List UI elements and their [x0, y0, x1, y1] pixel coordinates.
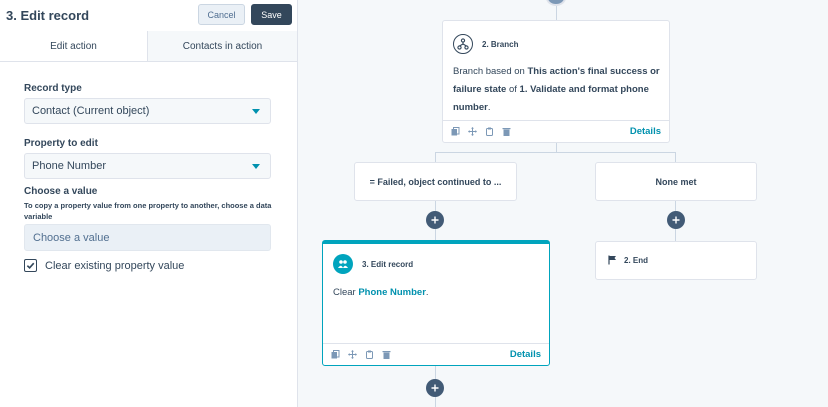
tab-contacts-in-action[interactable]: Contacts in action — [147, 31, 297, 61]
move-icon[interactable] — [348, 350, 357, 359]
edit-record-icon — [333, 254, 353, 274]
save-button[interactable]: Save — [251, 4, 292, 25]
record-type-value: Contact (Current object) — [32, 105, 150, 117]
panel-title: 3. Edit record — [6, 8, 90, 23]
branch-failed-label[interactable]: = Failed, object continued to ... — [354, 162, 517, 201]
plus-icon — [672, 216, 680, 224]
delete-icon[interactable] — [382, 350, 391, 359]
end-card-header: 2. End — [608, 255, 648, 265]
branch-action-card[interactable]: 2. Branch Branch based on This action's … — [442, 20, 670, 143]
panel-header: 3. Edit record Cancel Save — [0, 0, 297, 31]
choose-value-help-text: To copy a property value from one proper… — [24, 201, 272, 221]
edit-card-footer: Details — [323, 343, 549, 365]
edit-details-link[interactable]: Details — [510, 349, 541, 360]
branch-card-header: 2. Branch — [453, 34, 518, 54]
edit-card-header: 3. Edit record — [333, 254, 413, 274]
edit-action-panel: 3. Edit record Cancel Save Edit action C… — [0, 0, 298, 407]
edit-record-action-card[interactable]: 3. Edit record Clear Phone Number. Detai… — [322, 240, 550, 366]
add-action-button[interactable] — [426, 211, 444, 229]
branch-none-met-label[interactable]: None met — [595, 162, 757, 201]
caret-down-icon — [252, 109, 260, 114]
tab-edit-action[interactable]: Edit action — [0, 31, 147, 61]
branch-card-title: 2. Branch — [482, 39, 519, 49]
delete-icon[interactable] — [502, 127, 511, 136]
branch-split-line — [435, 152, 675, 153]
record-type-select[interactable]: Contact (Current object) — [24, 98, 271, 124]
record-type-label: Record type — [24, 83, 82, 94]
branch-desc-suffix: . — [487, 102, 491, 113]
branch-icon — [453, 34, 473, 54]
copy-icon[interactable] — [331, 350, 340, 359]
end-action-card[interactable]: 2. End — [595, 241, 757, 280]
clear-existing-row[interactable]: Clear existing property value — [24, 259, 184, 272]
previous-node-handle — [546, 0, 566, 6]
branch-desc-prefix: Branch based on — [453, 66, 528, 77]
cancel-button[interactable]: Cancel — [198, 4, 245, 25]
add-action-button[interactable] — [667, 211, 685, 229]
connector-line — [675, 152, 676, 162]
connector-line — [556, 143, 557, 152]
property-to-edit-select[interactable]: Phone Number — [24, 153, 271, 179]
branch-details-link[interactable]: Details — [630, 126, 661, 137]
checkmark-icon — [26, 262, 35, 270]
move-icon[interactable] — [468, 127, 477, 136]
add-action-button[interactable] — [426, 379, 444, 397]
branch-desc-mid: of — [506, 84, 520, 95]
property-to-edit-label: Property to edit — [24, 138, 98, 149]
workflow-canvas[interactable]: 2. Branch Branch based on This action's … — [298, 0, 828, 407]
edit-card-description: Clear Phone Number. — [333, 284, 429, 302]
clipboard-icon[interactable] — [365, 350, 374, 359]
branch-card-description: Branch based on This action's final succ… — [453, 63, 665, 117]
panel-tabs: Edit action Contacts in action — [0, 31, 297, 62]
choose-value-label: Choose a value — [24, 186, 98, 197]
end-card-title: 2. End — [624, 255, 649, 265]
edit-desc-suffix: . — [425, 287, 429, 298]
property-to-edit-value: Phone Number — [32, 160, 106, 172]
branch-card-footer: Details — [443, 120, 669, 142]
edit-desc-property-link[interactable]: Phone Number — [358, 287, 426, 298]
caret-down-icon — [252, 164, 260, 169]
flag-icon — [608, 255, 616, 265]
connector-line — [435, 152, 436, 162]
copy-icon[interactable] — [451, 127, 460, 136]
plus-icon — [431, 216, 439, 224]
edit-card-title: 3. Edit record — [362, 259, 414, 269]
choose-value-input[interactable] — [24, 224, 271, 251]
clipboard-icon[interactable] — [485, 127, 494, 136]
edit-desc-prefix: Clear — [333, 287, 359, 298]
plus-icon — [431, 384, 439, 392]
clear-existing-label: Clear existing property value — [45, 259, 185, 272]
clear-existing-checkbox[interactable] — [24, 259, 37, 272]
